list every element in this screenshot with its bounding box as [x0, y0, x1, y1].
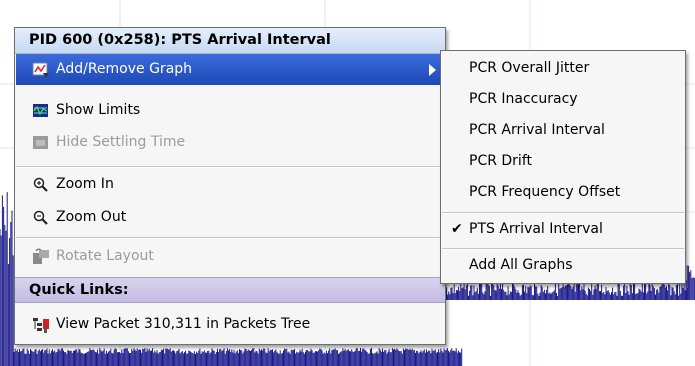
- submenu-item-label: PCR Frequency Offset: [469, 184, 621, 200]
- submenu-arrow-icon: [429, 64, 436, 76]
- show-limits-menu-item[interactable]: Show Limits: [16, 95, 444, 126]
- submenu-item-pcr-inaccuracy[interactable]: PCR Inaccuracy: [441, 84, 685, 115]
- submenu-item-label: PCR Arrival Interval: [469, 122, 605, 138]
- quick-links-header: Quick Links:: [15, 277, 445, 303]
- rotate-layout-label: Rotate Layout: [56, 248, 154, 264]
- add-remove-graph-submenu: PCR Overall Jitter PCR Inaccuracy PCR Ar…: [440, 50, 686, 284]
- submenu-item-pcr-overall-jitter[interactable]: PCR Overall Jitter: [441, 53, 685, 84]
- submenu-item-label: PCR Overall Jitter: [469, 60, 590, 76]
- add-remove-graph-label: Add/Remove Graph: [56, 61, 193, 77]
- graph-icon: [32, 62, 49, 78]
- submenu-item-pcr-arrival-interval[interactable]: PCR Arrival Interval: [441, 115, 685, 146]
- hide-settling-time-menu-item: Hide Settling Time: [16, 127, 444, 158]
- checkmark-icon: ✔: [451, 221, 463, 237]
- submenu-item-label: Add All Graphs: [469, 257, 573, 273]
- show-limits-label: Show Limits: [56, 102, 141, 118]
- submenu-item-pts-arrival-interval[interactable]: ✔ PTS Arrival Interval: [441, 214, 685, 245]
- packet-tree-icon: [33, 318, 49, 333]
- submenu-item-pcr-drift[interactable]: PCR Drift: [441, 146, 685, 177]
- zoom-in-label: Zoom In: [56, 176, 114, 192]
- submenu-item-label: PTS Arrival Interval: [469, 221, 603, 237]
- rotate-layout-menu-item: Rotate Layout: [16, 241, 444, 272]
- submenu-item-pcr-frequency-offset[interactable]: PCR Frequency Offset: [441, 177, 685, 208]
- zoom-in-menu-item[interactable]: Zoom In: [16, 169, 444, 200]
- zoom-out-label: Zoom Out: [56, 209, 127, 225]
- rotate-layout-icon: [33, 248, 49, 264]
- context-menu: PID 600 (0x258): PTS Arrival Interval Ad…: [14, 27, 446, 345]
- submenu-item-add-all-graphs[interactable]: Add All Graphs: [441, 250, 685, 281]
- view-packet-menu-item[interactable]: View Packet 310,311 in Packets Tree: [16, 309, 444, 340]
- menu-separator: [16, 166, 444, 168]
- menu-separator: [16, 237, 444, 239]
- limits-icon: [33, 104, 48, 117]
- zoom-out-menu-item[interactable]: Zoom Out: [16, 202, 444, 233]
- settling-time-icon: [33, 136, 48, 149]
- menu-header: PID 600 (0x258): PTS Arrival Interval: [15, 28, 445, 54]
- view-packet-label: View Packet 310,311 in Packets Tree: [56, 316, 311, 332]
- add-remove-graph-menu-item[interactable]: Add/Remove Graph: [16, 54, 444, 85]
- zoom-out-icon: [33, 210, 48, 225]
- submenu-item-label: PCR Drift: [469, 153, 532, 169]
- zoom-in-icon: [33, 177, 48, 192]
- submenu-item-label: PCR Inaccuracy: [469, 91, 578, 107]
- hide-settling-time-label: Hide Settling Time: [56, 134, 186, 150]
